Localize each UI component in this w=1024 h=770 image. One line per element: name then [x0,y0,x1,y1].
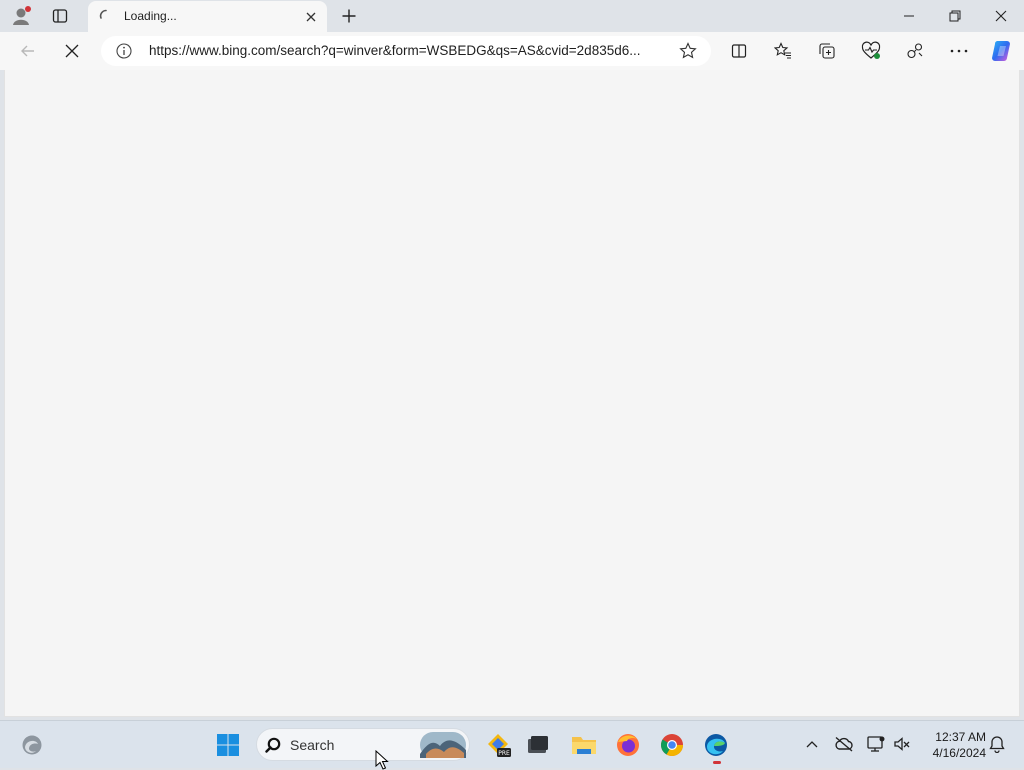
restore-icon [949,10,961,22]
url-text[interactable]: https://www.bing.com/search?q=winver&for… [149,43,669,58]
tab-actions-button[interactable] [40,0,80,32]
taskbar-widget-button[interactable] [14,727,50,763]
mouse-cursor-icon [375,750,389,770]
back-button[interactable] [12,35,44,67]
tab-close-button[interactable] [303,9,319,25]
edge-icon [705,734,727,756]
terminal-icon [528,736,548,753]
search-icon [265,737,281,753]
windows-logo-icon [217,734,239,756]
chevron-up-icon [806,741,818,748]
tab-title: Loading... [124,9,177,23]
active-app-indicator [713,761,721,764]
page-content-area [4,70,1020,717]
new-tab-button[interactable] [336,4,362,28]
profile-icon [13,6,31,25]
loading-spinner-icon [99,9,107,19]
collections-icon [819,43,835,59]
copilot-button[interactable] [986,35,1018,67]
svg-text:PRE: PRE [498,750,510,757]
close-icon [995,10,1007,22]
heart-pulse-icon [861,41,881,59]
edge-beta-icon [22,735,42,755]
favorites-icon [774,42,791,59]
extensions-icon [907,43,923,59]
close-icon [306,12,316,22]
browser-tab[interactable]: Loading... [88,1,327,32]
search-highlight-icon [420,732,466,758]
taskbar-file-explorer[interactable] [566,727,602,763]
stop-loading-button[interactable] [56,35,88,67]
clock-date: 4/16/2024 [932,746,986,760]
cloud-offline-icon [835,736,853,752]
minimize-button[interactable] [886,0,932,32]
taskbar-clock[interactable]: 12:37 AM 4/16/2024 [920,729,986,761]
copilot-icon [992,41,1010,61]
bell-icon [989,736,1005,753]
vertical-tabs-icon [52,9,68,23]
firefox-icon [617,734,639,756]
folder-icon [572,737,596,754]
split-screen-icon [731,44,747,58]
volume-tray-button[interactable] [891,733,913,755]
split-screen-button[interactable] [723,35,755,67]
notifications-button[interactable] [986,733,1008,755]
taskbar: Search PRE 12:37 AM 4/16/2024 [0,720,1024,768]
network-tray-button[interactable] [865,733,887,755]
address-bar[interactable]: https://www.bing.com/search?q=winver&for… [101,36,711,66]
favorites-button[interactable] [767,35,799,67]
profile-button[interactable] [2,0,42,32]
onedrive-tray-button[interactable] [833,733,855,755]
taskbar-chrome[interactable] [654,727,690,763]
network-icon [867,736,885,752]
more-options-icon [950,49,968,53]
browser-toolbar: https://www.bing.com/search?q=winver&for… [0,32,1024,70]
settings-menu-button[interactable] [943,35,975,67]
taskbar-firefox[interactable] [610,727,646,763]
store-preview-icon: PRE [488,734,511,757]
taskbar-terminal[interactable] [520,727,556,763]
browser-essentials-button[interactable] [855,35,887,67]
chrome-icon [661,734,683,756]
favorite-star-icon[interactable] [679,42,697,60]
taskbar-edge[interactable] [698,727,734,763]
collections-button[interactable] [811,35,843,67]
restore-button[interactable] [932,0,978,32]
taskbar-app-store-preview[interactable]: PRE [480,727,516,763]
extensions-button[interactable] [899,35,931,67]
clock-time: 12:37 AM [935,730,986,744]
plus-icon [342,9,356,23]
close-window-button[interactable] [978,0,1024,32]
speaker-muted-icon [894,737,910,751]
taskbar-search-box[interactable]: Search [256,728,470,761]
search-label: Search [290,737,335,753]
stop-icon [65,44,79,58]
start-button[interactable] [210,727,246,763]
site-info-icon[interactable] [116,43,132,59]
back-arrow-icon [21,45,34,57]
minimize-icon [904,15,914,17]
title-bar: Loading... [0,0,1024,32]
show-hidden-icons-button[interactable] [801,733,823,755]
